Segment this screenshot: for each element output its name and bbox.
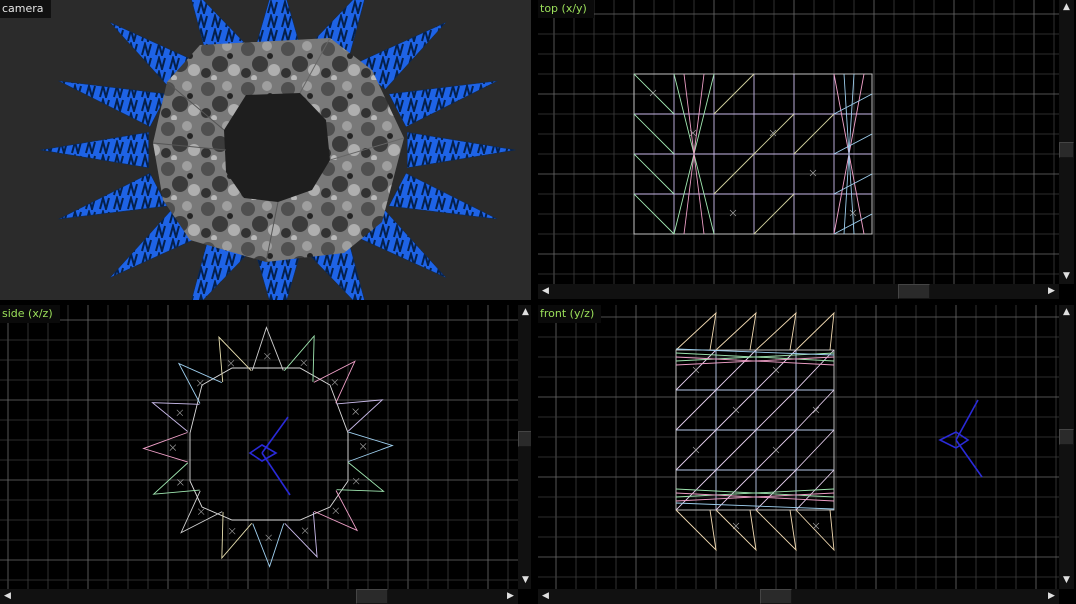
top-horizontal-scrollbar[interactable]: ◀ ▶: [538, 284, 1059, 299]
side-grid: [0, 305, 518, 589]
brush-center-mark: [359, 443, 367, 450]
scroll-thumb[interactable]: [898, 284, 930, 299]
side-viewport[interactable]: side (x/z) ▲ ▼ ◀ ▶: [0, 305, 531, 604]
brush-center-mark: [264, 352, 271, 360]
spike-outline: [336, 399, 384, 432]
brush-center-mark: [169, 444, 177, 451]
camera-viewport[interactable]: camera: [0, 0, 531, 300]
spike-outline: [180, 490, 223, 534]
scroll-up-arrow-icon[interactable]: ▲: [1059, 305, 1074, 320]
scroll-left-arrow-icon[interactable]: ◀: [538, 284, 553, 299]
front-grid: [538, 305, 1059, 589]
side-vertical-scrollbar[interactable]: ▲ ▼: [518, 305, 531, 589]
brush-center-mark: [197, 508, 205, 515]
scroll-down-arrow-icon[interactable]: ▼: [1059, 269, 1074, 284]
brush-center-mark: [352, 477, 360, 485]
front-horizontal-scrollbar[interactable]: ◀ ▶: [538, 589, 1059, 604]
spike: [58, 80, 168, 128]
spike: [407, 131, 516, 169]
spike: [58, 172, 168, 220]
camera-render: [40, 0, 516, 300]
scroll-thumb[interactable]: [1059, 142, 1074, 158]
brush-center-mark: [197, 380, 204, 387]
scroll-right-arrow-icon[interactable]: ▶: [1044, 589, 1059, 604]
spike-outline: [284, 511, 318, 559]
spike-outline: [283, 334, 315, 382]
front-viewport[interactable]: front (y/z) ▲ ▼ ◀ ▶: [538, 305, 1076, 604]
top-viewport-label: top (x/y): [538, 0, 594, 18]
top-vertical-scrollbar[interactable]: ▲ ▼: [1059, 0, 1074, 284]
scroll-thumb[interactable]: [760, 589, 792, 604]
spike-outline: [152, 462, 200, 495]
spike: [40, 131, 149, 169]
brush-center-mark: [227, 360, 235, 367]
scroll-left-arrow-icon[interactable]: ◀: [0, 589, 15, 604]
side-viewport-label: side (x/z): [0, 305, 60, 323]
scroll-left-arrow-icon[interactable]: ◀: [538, 589, 553, 604]
rock-ring: [152, 37, 405, 263]
side-entity: [248, 416, 291, 496]
brush-center-mark: [300, 359, 308, 367]
scroll-thumb[interactable]: [1059, 429, 1074, 445]
scroll-up-arrow-icon[interactable]: ▲: [1059, 0, 1074, 15]
spike-outline: [221, 512, 253, 560]
brush-center-mark: [332, 507, 339, 514]
spike-outline: [348, 431, 394, 462]
front-brushes: [675, 311, 835, 552]
scroll-right-arrow-icon[interactable]: ▶: [503, 589, 518, 604]
spike: [388, 80, 498, 128]
spike: [388, 172, 498, 220]
brush-center-mark: [176, 409, 184, 417]
top-brushes: [633, 73, 873, 235]
top-grid: [538, 0, 1059, 284]
front-viewport-label: front (y/z): [538, 305, 602, 323]
top-viewport[interactable]: top (x/y) ▲ ▼ ◀ ▶: [538, 0, 1076, 300]
scroll-up-arrow-icon[interactable]: ▲: [518, 305, 531, 320]
spike-outline: [151, 402, 200, 432]
spike: [255, 0, 301, 47]
front-vertical-scrollbar[interactable]: ▲ ▼: [1059, 305, 1074, 589]
brush-center-mark: [352, 408, 359, 415]
camera-viewport-label: camera: [0, 0, 51, 18]
scroll-thumb[interactable]: [356, 589, 388, 604]
scroll-down-arrow-icon[interactable]: ▼: [1059, 573, 1074, 588]
side-horizontal-scrollbar[interactable]: ◀ ▶: [0, 589, 518, 604]
scroll-down-arrow-icon[interactable]: ▼: [518, 573, 531, 588]
spike-outline: [142, 432, 188, 463]
brush-center-mark: [301, 527, 309, 534]
brush-center-mark: [228, 527, 236, 535]
scroll-thumb[interactable]: [518, 431, 531, 447]
scroll-right-arrow-icon[interactable]: ▶: [1044, 284, 1059, 299]
